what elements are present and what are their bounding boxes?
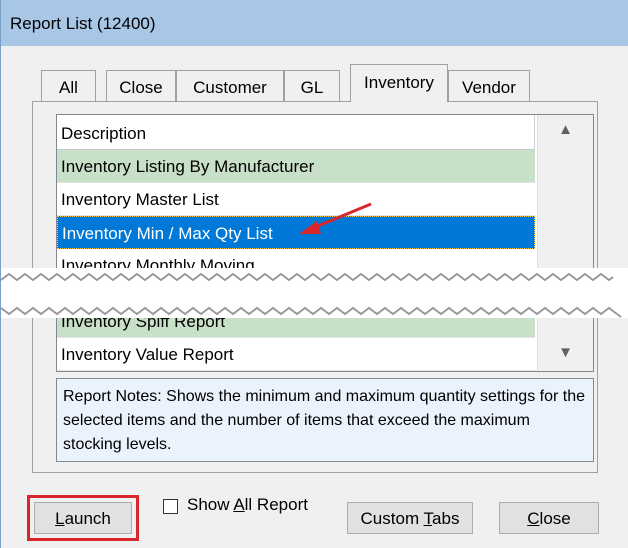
launch-highlight-box: [27, 495, 139, 541]
report-list-window: Report List (12400) All Close Customer G…: [0, 0, 628, 548]
torn-edge-break: [1, 268, 628, 318]
